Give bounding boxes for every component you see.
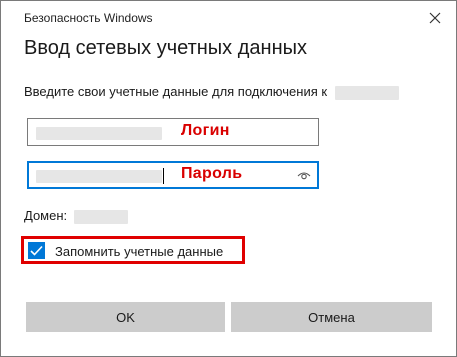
- remember-credentials-highlight: Запомнить учетные данные: [21, 236, 245, 264]
- close-button[interactable]: [421, 4, 449, 32]
- redacted-password: [36, 170, 162, 183]
- connection-prompt: Введите свои учетные данные для подключе…: [24, 84, 399, 100]
- reveal-password-button[interactable]: [295, 167, 313, 185]
- cancel-button[interactable]: Отмена: [231, 302, 432, 332]
- close-icon: [429, 12, 441, 24]
- prompt-text: Введите свои учетные данные для подключе…: [24, 84, 328, 99]
- redacted-username: [36, 127, 162, 140]
- remember-credentials-label[interactable]: Запомнить учетные данные: [55, 244, 223, 259]
- password-annotation: Пароль: [181, 165, 243, 182]
- password-input[interactable]: [27, 161, 319, 189]
- dialog-heading: Ввод сетевых учетных данных: [24, 37, 307, 59]
- username-input[interactable]: [27, 118, 319, 146]
- title-bar: Безопасность Windows: [1, 1, 456, 35]
- domain-label: Домен:: [24, 208, 68, 223]
- eye-icon: [297, 172, 311, 180]
- username-annotation: Логин: [181, 122, 230, 139]
- window-title: Безопасность Windows: [24, 11, 153, 25]
- credential-dialog: Безопасность Windows Ввод сетевых учетны…: [0, 0, 457, 357]
- ok-button[interactable]: OK: [26, 302, 225, 332]
- checkmark-icon: [30, 245, 43, 256]
- redacted-domain: [73, 209, 128, 224]
- remember-credentials-checkbox[interactable]: [28, 242, 45, 259]
- text-cursor: [163, 168, 164, 184]
- redacted-server-name: [334, 85, 399, 100]
- domain-row: Домен:: [24, 208, 128, 224]
